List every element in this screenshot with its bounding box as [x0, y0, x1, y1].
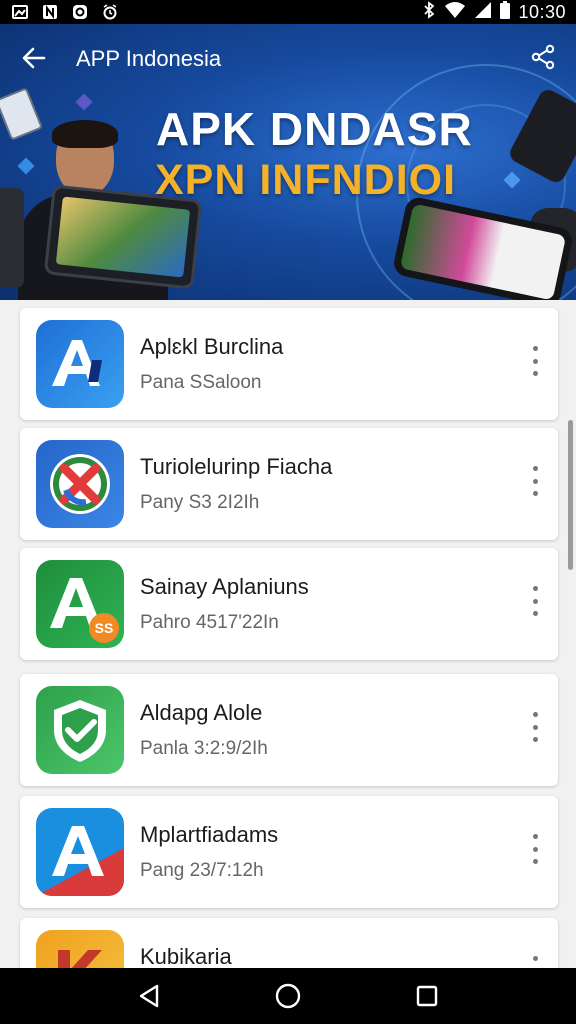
banner-headline: APK DNDASR [156, 103, 473, 155]
app-card[interactable]: Turiolelurinp Fiacha Pany S3 2I2Ih [20, 428, 558, 540]
status-time: 10:30 [518, 1, 566, 22]
back-triangle-icon[interactable] [134, 981, 164, 1011]
more-options-icon[interactable] [528, 834, 542, 864]
app-subtitle: Pana SSaloon [140, 372, 262, 393]
banner-subheadline: XPN INFNDIOI [155, 156, 457, 204]
signal-icon [474, 1, 492, 24]
app-subtitle: Pang 23/7:12h [140, 860, 264, 881]
more-options-icon[interactable] [528, 586, 542, 616]
sync-icon [72, 4, 88, 20]
app-subtitle: Pany S3 2I2Ih [140, 492, 260, 513]
phone-illustration [0, 188, 24, 288]
n-icon [42, 4, 58, 20]
notification-icons [12, 4, 118, 20]
recents-square-icon[interactable] [412, 981, 442, 1011]
system-icons: 10:30 [422, 0, 566, 24]
share-icon[interactable] [530, 44, 556, 70]
app-name: Mplartfiadams [140, 822, 279, 847]
more-options-icon[interactable] [528, 956, 542, 968]
app-card[interactable]: Aldapg Alole Panla 3:2:9/2Ih [20, 674, 558, 786]
app-name: Aplɛkl Burclina [140, 334, 284, 359]
hero-banner: APP Indonesia APK DNDASR XPN INFNDIOI [0, 24, 576, 300]
app-name: Aldapg Alole [140, 700, 263, 725]
app-card[interactable]: SS Sainay Aplaniuns Pahro 4517'22In [20, 548, 558, 660]
more-options-icon[interactable] [528, 712, 542, 742]
app-icon [36, 440, 124, 528]
scrollbar[interactable] [568, 420, 573, 570]
alarm-icon [102, 4, 118, 20]
more-options-icon[interactable] [528, 346, 542, 376]
app-name: Kubikaria [140, 944, 232, 968]
system-nav-bar [0, 968, 576, 1024]
app-name: Sainay Aplaniuns [140, 574, 309, 599]
app-subtitle: Panla 3:2:9/2Ih [140, 738, 268, 759]
home-circle-icon[interactable] [273, 981, 303, 1011]
app-icon [36, 930, 124, 968]
back-arrow-icon[interactable] [20, 44, 48, 72]
app-icon: SS [36, 560, 124, 648]
decor-chip [75, 93, 93, 111]
wifi-icon [444, 1, 466, 24]
app-subtitle: Pahro 4517'22In [140, 612, 279, 633]
app-card[interactable]: Kubikaria [20, 918, 558, 968]
app-icon [36, 320, 124, 408]
app-name: Turiolelurinp Fiacha [140, 454, 333, 479]
bluetooth-icon [422, 0, 436, 24]
app-list: Aplɛkl Burclina Pana SSaloon Turioleluri… [0, 300, 576, 968]
image-icon [12, 4, 28, 20]
battery-icon [500, 0, 511, 24]
app-icon [36, 808, 124, 896]
app-icon [36, 686, 124, 774]
status-bar: 10:30 [0, 0, 576, 24]
app-card[interactable]: Aplɛkl Burclina Pana SSaloon [20, 308, 558, 420]
svg-text:SS: SS [95, 620, 114, 636]
more-options-icon[interactable] [528, 466, 542, 496]
page-title: APP Indonesia [76, 46, 222, 71]
app-card[interactable]: Mplartfiadams Pang 23/7:12h [20, 796, 558, 908]
